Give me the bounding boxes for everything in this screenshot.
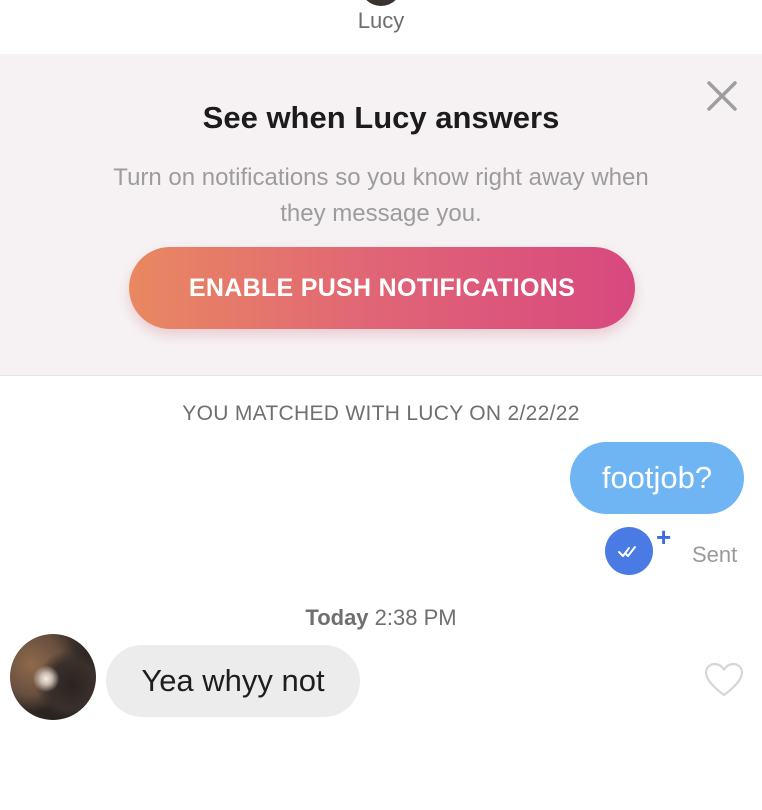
chat-screen: Lucy See when Lucy answers Turn on notif… bbox=[0, 0, 762, 810]
chat-header: Lucy bbox=[0, 0, 762, 50]
contact-name[interactable]: Lucy bbox=[0, 8, 762, 34]
message-status: Sent bbox=[692, 542, 738, 567]
contact-avatar[interactable] bbox=[10, 634, 96, 720]
banner-description: Turn on notifications so you know right … bbox=[113, 164, 649, 227]
read-receipt-button[interactable] bbox=[605, 527, 653, 575]
matched-date-notice: YOU MATCHED WITH LUCY ON 2/22/22 bbox=[182, 402, 580, 425]
enable-push-notifications-button[interactable]: ENABLE PUSH NOTIFICATIONS bbox=[129, 247, 635, 329]
timestamp-time: 2:38 PM bbox=[374, 605, 457, 630]
message-timestamp: Today 2:38 PM bbox=[0, 605, 762, 631]
outgoing-message-bubble[interactable]: footjob? bbox=[570, 442, 744, 514]
timestamp-day: Today bbox=[305, 605, 369, 630]
incoming-message-bubble[interactable]: Yea whyy not bbox=[106, 645, 360, 717]
banner-title: See when Lucy answers bbox=[202, 100, 560, 135]
like-message-button[interactable] bbox=[702, 660, 746, 700]
double-check-icon bbox=[618, 546, 636, 557]
header-avatar[interactable] bbox=[360, 0, 402, 6]
read-receipt-plus-icon[interactable]: + bbox=[656, 524, 671, 550]
heart-outline-icon bbox=[704, 662, 744, 697]
